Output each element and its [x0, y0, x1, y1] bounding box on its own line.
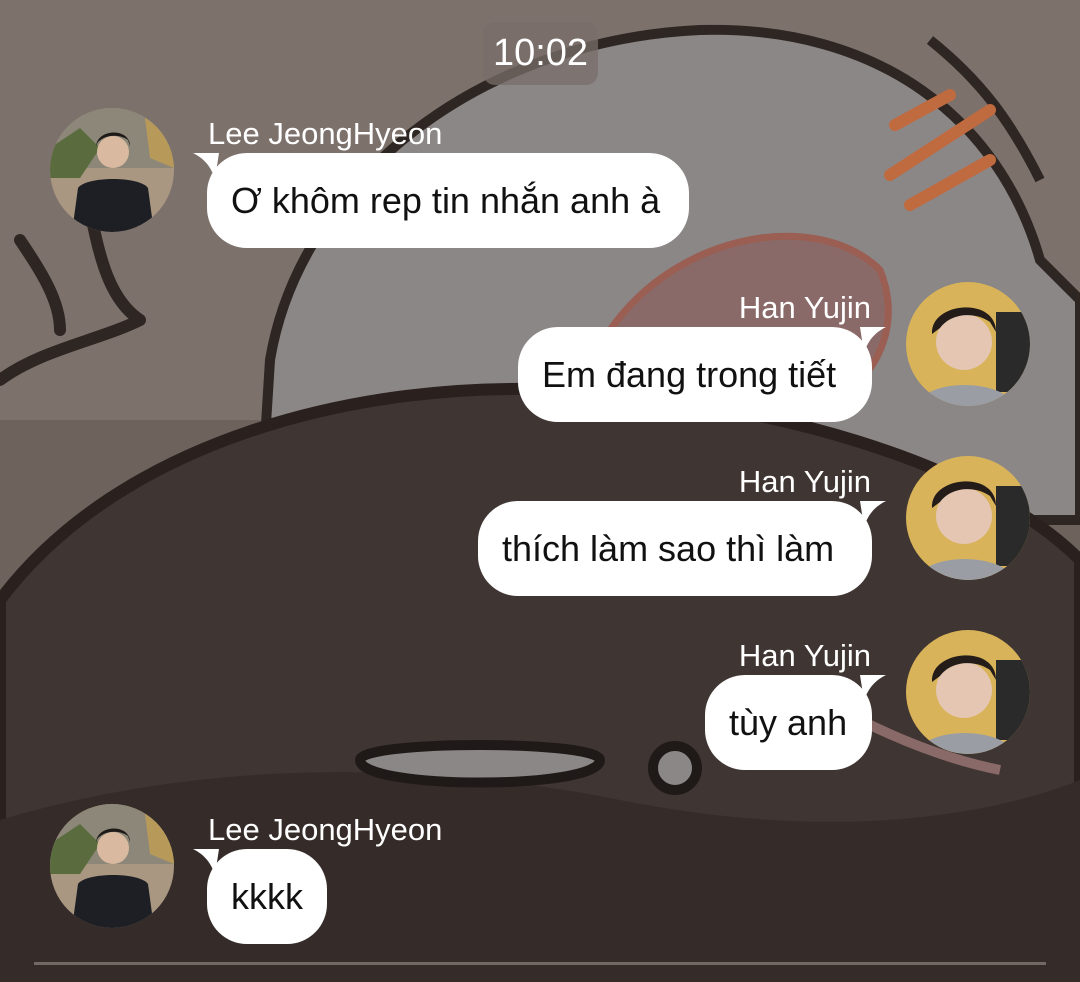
bubble-tail: [860, 675, 886, 701]
sender-name: Han Yujin: [738, 638, 871, 673]
bubble-tail: [193, 153, 219, 179]
message-bubble[interactable]: Em đang trong tiết: [518, 327, 886, 422]
message-text: kkkk: [231, 875, 303, 917]
sender-name: Lee JeongHyeon: [208, 812, 443, 847]
message-text: tùy anh: [729, 701, 848, 743]
bubble-tail: [860, 501, 886, 527]
message-text: Em đang trong tiết: [542, 353, 837, 395]
sender-name: Han Yujin: [738, 464, 871, 499]
message-bubble[interactable]: tùy anh: [705, 675, 886, 770]
divider-line: [34, 962, 1046, 965]
bubble-tail: [193, 849, 219, 875]
avatar-han-yujin[interactable]: [906, 630, 1030, 754]
message-bubble[interactable]: Ơ khôm rep tin nhắn anh à: [193, 153, 689, 248]
timestamp-text: 10:02: [492, 32, 589, 74]
sender-name: Han Yujin: [738, 290, 871, 325]
message-bubble[interactable]: thích làm sao thì làm: [478, 501, 886, 596]
bubble-tail: [860, 327, 886, 353]
avatar-han-yujin[interactable]: [906, 456, 1030, 580]
timestamp-pill: 10:02: [483, 22, 598, 85]
message-text: Ơ khôm rep tin nhắn anh à: [231, 179, 661, 221]
message-bubble[interactable]: kkkk: [193, 849, 327, 944]
avatar-lee-jeonghyeon[interactable]: [50, 108, 174, 232]
avatar-lee-jeonghyeon[interactable]: [50, 804, 174, 928]
message-text: thích làm sao thì làm: [502, 527, 835, 569]
avatar-han-yujin[interactable]: [906, 282, 1030, 406]
sender-name: Lee JeongHyeon: [208, 116, 443, 151]
